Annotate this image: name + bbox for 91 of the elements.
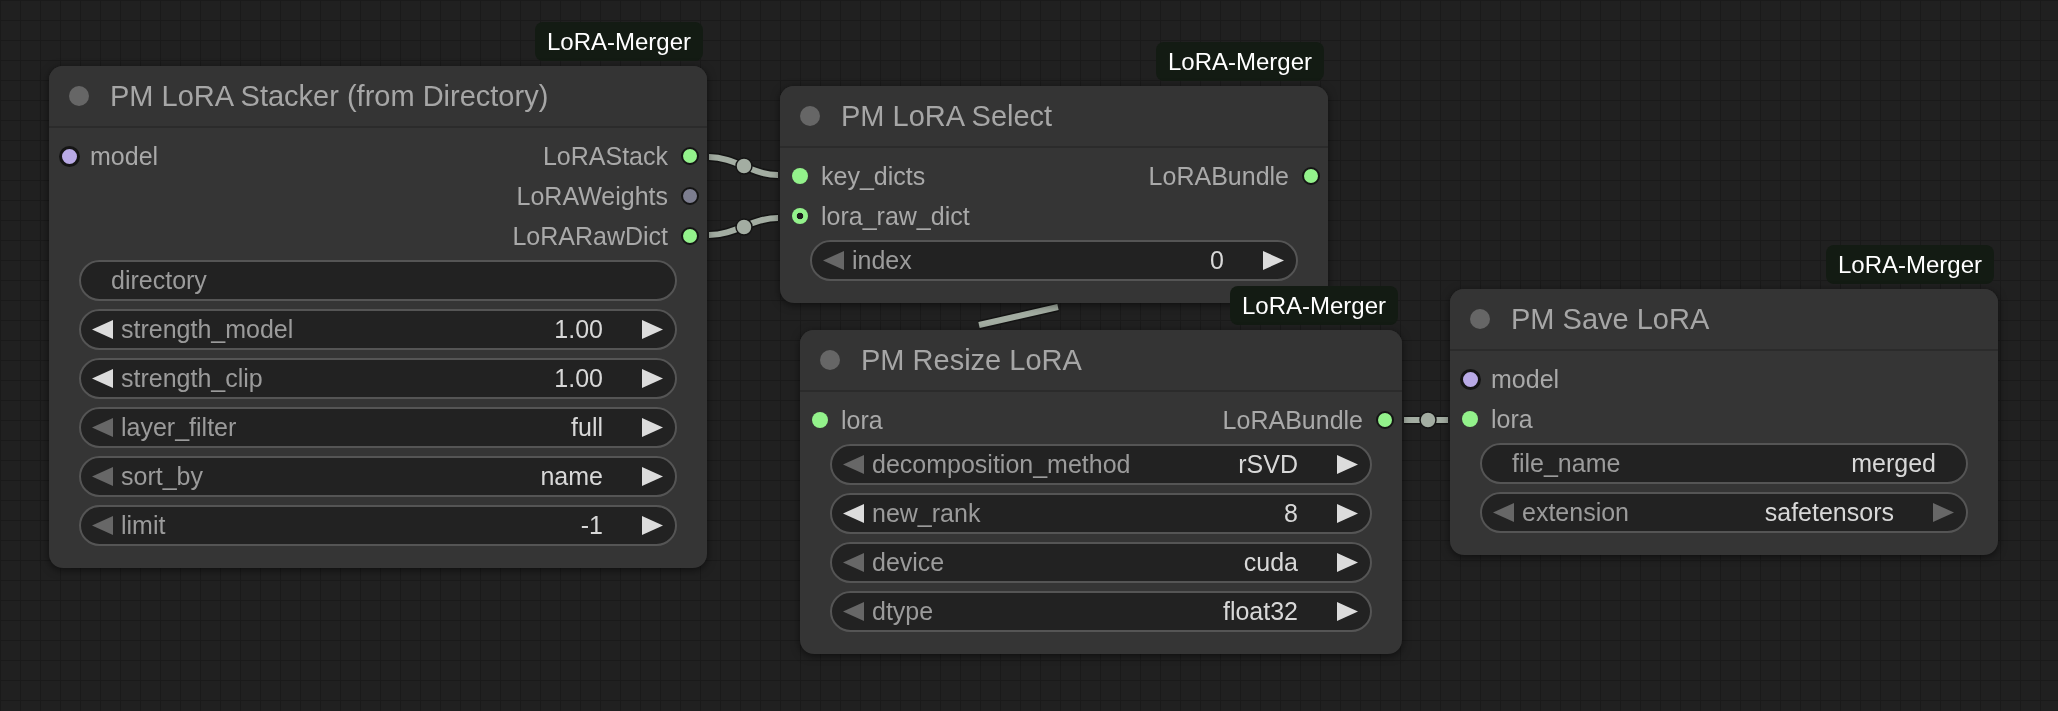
value-stepper[interactable]: dtype float32 bbox=[830, 591, 1372, 632]
node-dot-icon[interactable] bbox=[800, 106, 820, 126]
value-stepper[interactable]: sort_by name bbox=[79, 456, 677, 497]
widget-value: name bbox=[540, 462, 603, 491]
node-title: PM Save LoRA bbox=[1511, 302, 1710, 336]
input-label: lora_raw_dict bbox=[821, 201, 970, 231]
widget-value: 1.00 bbox=[554, 315, 603, 344]
node-title: PM Resize LoRA bbox=[861, 343, 1082, 377]
output-label: LoRAWeights bbox=[516, 181, 668, 211]
input-label: lora bbox=[1491, 404, 1533, 434]
pack-badge: LoRA-Merger bbox=[534, 22, 703, 61]
widget-value: rSVD bbox=[1238, 450, 1298, 479]
widget-label: layer_filter bbox=[121, 413, 238, 442]
left-arrow-icon[interactable] bbox=[92, 369, 113, 388]
socket-dot-icon[interactable] bbox=[1302, 167, 1320, 185]
pack-badge: LoRA-Merger bbox=[1155, 42, 1324, 81]
pack-badge: LoRA-Merger bbox=[1229, 286, 1398, 325]
value-stepper[interactable]: layer_filter full bbox=[79, 407, 677, 448]
left-arrow-icon[interactable] bbox=[843, 504, 864, 523]
value-stepper[interactable]: device cuda bbox=[830, 542, 1372, 583]
widget-value: float32 bbox=[1222, 597, 1298, 626]
value-stepper[interactable]: decomposition_method rSVD bbox=[830, 444, 1372, 485]
socket-dot-icon[interactable] bbox=[1376, 411, 1394, 429]
widget-value: cuda bbox=[1243, 548, 1298, 577]
widget-value: 8 bbox=[1284, 499, 1298, 528]
link-wire[interactable] bbox=[1404, 411, 1448, 429]
socket-dot-icon[interactable] bbox=[58, 145, 80, 167]
right-arrow-icon[interactable] bbox=[642, 467, 663, 486]
pack-badge: LoRA-Merger bbox=[1825, 245, 1994, 284]
input-label: lora bbox=[841, 405, 883, 435]
right-arrow-icon[interactable] bbox=[1263, 251, 1284, 270]
widget-label: extension bbox=[1522, 498, 1631, 527]
right-arrow-icon[interactable] bbox=[642, 516, 663, 535]
widget-value: -1 bbox=[580, 511, 603, 540]
right-arrow-icon[interactable] bbox=[1337, 504, 1358, 523]
widget-label: dtype bbox=[872, 597, 935, 626]
right-arrow-icon[interactable] bbox=[1337, 455, 1358, 474]
input-label: model bbox=[1491, 364, 1560, 394]
text-field[interactable]: directory bbox=[79, 260, 677, 301]
right-arrow-icon[interactable] bbox=[642, 418, 663, 437]
widget-value: 0 bbox=[1210, 246, 1224, 275]
widget-label: limit bbox=[121, 511, 167, 540]
widget-value: full bbox=[571, 413, 603, 442]
link-wire[interactable] bbox=[978, 302, 1059, 330]
input-label: model bbox=[90, 141, 159, 171]
node-dot-icon[interactable] bbox=[69, 86, 89, 106]
socket-dot-icon[interactable] bbox=[681, 147, 699, 165]
value-stepper[interactable]: strength_clip 1.00 bbox=[79, 358, 677, 399]
left-arrow-icon[interactable] bbox=[92, 320, 113, 339]
node-title: PM LoRA Select bbox=[841, 99, 1053, 133]
widget-label: strength_clip bbox=[121, 364, 264, 393]
link-midpoint-icon[interactable] bbox=[735, 218, 753, 236]
widget-label: file_name bbox=[1512, 449, 1622, 478]
link-wire[interactable] bbox=[708, 213, 779, 240]
widget-label: sort_by bbox=[121, 462, 204, 491]
right-arrow-icon[interactable] bbox=[642, 369, 663, 388]
widget-value: merged bbox=[1851, 449, 1936, 478]
socket-dot-icon[interactable] bbox=[681, 227, 699, 245]
right-arrow-icon[interactable] bbox=[1337, 602, 1358, 621]
value-stepper[interactable]: limit -1 bbox=[79, 505, 677, 546]
widget-label: device bbox=[872, 548, 946, 577]
socket-dot-icon[interactable] bbox=[681, 187, 699, 205]
right-arrow-icon[interactable] bbox=[1337, 553, 1358, 572]
socket-dot-icon[interactable] bbox=[792, 168, 808, 184]
widget-label: index bbox=[852, 246, 913, 275]
input-label: key_dicts bbox=[821, 161, 926, 191]
socket-dot-icon[interactable] bbox=[792, 208, 808, 224]
socket-dot-icon[interactable] bbox=[1459, 368, 1481, 390]
value-stepper[interactable]: new_rank 8 bbox=[830, 493, 1372, 534]
node-dot-icon[interactable] bbox=[1470, 309, 1490, 329]
link-midpoint-icon[interactable] bbox=[1419, 411, 1437, 429]
right-arrow-icon[interactable] bbox=[642, 320, 663, 339]
link-wire[interactable] bbox=[708, 152, 779, 180]
widget-label: strength_model bbox=[121, 315, 295, 344]
output-label: LoRARawDict bbox=[512, 221, 668, 251]
value-stepper[interactable]: index 0 bbox=[810, 240, 1298, 281]
output-label: LoRABundle bbox=[1222, 405, 1363, 435]
value-stepper[interactable]: strength_model 1.00 bbox=[79, 309, 677, 350]
socket-dot-icon[interactable] bbox=[1462, 411, 1478, 427]
widget-label: directory bbox=[111, 266, 208, 295]
widget-label: decomposition_method bbox=[872, 450, 1132, 479]
socket-dot-icon[interactable] bbox=[812, 412, 828, 428]
node-title: PM LoRA Stacker (from Directory) bbox=[110, 79, 549, 113]
widget-label: new_rank bbox=[872, 499, 982, 528]
link-midpoint-icon[interactable] bbox=[735, 157, 753, 175]
widget-value: safetensors bbox=[1764, 498, 1894, 527]
output-label: LoRABundle bbox=[1148, 161, 1289, 191]
node-dot-icon[interactable] bbox=[820, 350, 840, 370]
output-label: LoRAStack bbox=[542, 141, 668, 171]
widget-value: 1.00 bbox=[554, 364, 603, 393]
text-field[interactable]: file_name merged bbox=[1480, 443, 1968, 484]
